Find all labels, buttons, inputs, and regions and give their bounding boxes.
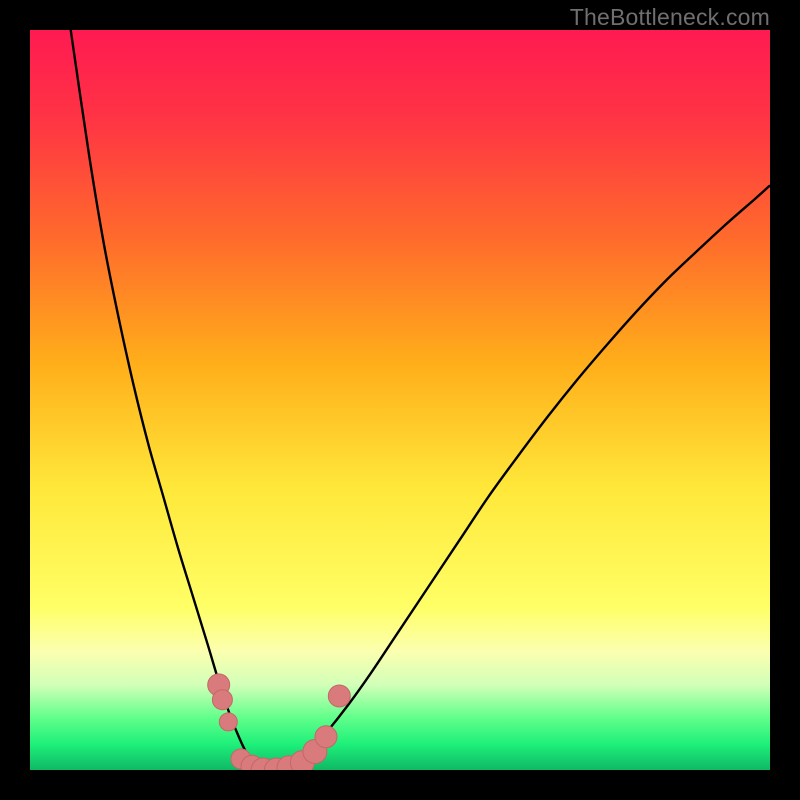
watermark-label: TheBottleneck.com — [570, 4, 770, 31]
curve-marker — [219, 713, 237, 731]
curve-marker — [212, 690, 232, 710]
curve-marker — [328, 685, 350, 707]
plot-area — [30, 30, 770, 770]
gradient-background — [30, 30, 770, 770]
curve-marker — [315, 726, 337, 748]
chart-frame: TheBottleneck.com — [0, 0, 800, 800]
chart-svg — [30, 30, 770, 770]
